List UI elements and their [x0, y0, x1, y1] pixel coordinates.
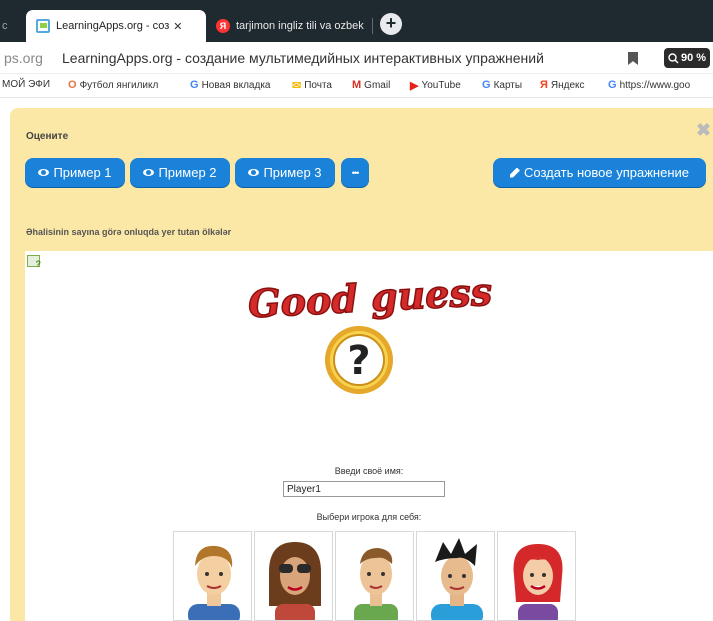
bookmark-label: YouTube	[421, 80, 461, 91]
example-2-button[interactable]: Пример 2	[130, 158, 230, 187]
pencil-icon	[509, 167, 520, 178]
svg-text:?: ?	[347, 338, 370, 384]
more-button[interactable]: •••	[341, 158, 369, 187]
bookmark-label: Футбол янгиликл	[79, 79, 159, 91]
bookmark-icon[interactable]	[628, 52, 638, 65]
name-label: Введи своё имя:	[334, 466, 404, 476]
player-avatar-5[interactable]	[497, 531, 576, 621]
bookmark-item[interactable]: M Gmail	[352, 79, 390, 91]
choose-player-label: Выбери игрока для себя:	[316, 512, 422, 522]
bookmark-label: https://www.goo	[619, 79, 691, 91]
mail-icon: ✉	[292, 80, 302, 92]
bookmark-label: МОЙ ЭФИ	[2, 79, 51, 90]
player-avatar-1[interactable]	[173, 531, 252, 621]
button-label: Создать новое упражнение	[523, 165, 690, 180]
url-page-title[interactable]: LearningApps.org - создание мультимедийн…	[62, 50, 544, 66]
button-label: Пример 1	[53, 165, 112, 180]
bookmarks-bar: МОЙ ЭФИ O Футбол янгиликл G Новая вкладка …	[0, 74, 713, 98]
exercise-panel: Оцените ✖ Пример 1 Пример 2 Пример 3 •••…	[10, 108, 713, 621]
browser-tab-strip: с LearningApps.org - соз ✕ Я tarjimon in…	[0, 0, 713, 42]
player-avatar-2[interactable]	[254, 531, 333, 621]
tab-yandex[interactable]: Я tarjimon ingliz tili va ozbek	[206, 10, 371, 42]
zoom-level: 90 %	[680, 52, 707, 64]
svg-text:Good guess: Good guess	[247, 269, 493, 326]
bookmark-label: Яндекс	[550, 79, 585, 91]
gmail-icon: M	[352, 79, 362, 91]
tab-title: tarjimon ingliz tili va ozbek	[236, 20, 364, 32]
bookmark-item[interactable]: G Новая вкладка	[190, 79, 271, 91]
eye-icon	[143, 169, 155, 176]
google-icon: G	[190, 79, 199, 91]
address-bar[interactable]: ps.org LearningApps.org - создание мульт…	[0, 42, 713, 74]
bookmark-item[interactable]: O Футбол янгиликл	[68, 79, 158, 91]
bookmark-item[interactable]: Ghttps://www.goo	[608, 79, 690, 91]
tab-divider	[372, 18, 373, 34]
panel-title: Оцените	[26, 131, 69, 142]
player-name-input[interactable]	[283, 481, 445, 497]
bookmark-label: Новая вкладка	[201, 79, 271, 91]
exercise-title: Əhalisinin sayına görə onluqda yer tutan…	[26, 227, 232, 237]
page: Оцените ✖ Пример 1 Пример 2 Пример 3 •••…	[0, 98, 713, 621]
bookmark-label: Почта	[304, 80, 332, 91]
player-avatar-4[interactable]	[416, 531, 495, 621]
question-mark-icon: ?	[325, 326, 393, 394]
magnifier-icon	[668, 52, 679, 63]
yandex-favicon-icon: Я	[216, 19, 230, 33]
create-exercise-button[interactable]: Создать новое упражнение	[493, 158, 706, 187]
bookmark-item[interactable]: ✉ Почта	[292, 79, 332, 92]
youtube-icon: ▶	[410, 80, 419, 92]
bookmark-item[interactable]: Я Яндекс	[540, 79, 585, 91]
google-icon: G	[482, 79, 491, 91]
bookmark-label: Gmail	[364, 79, 391, 91]
bookmark-item[interactable]: МОЙ ЭФИ	[2, 79, 50, 90]
tab-partial-label: с	[2, 20, 8, 32]
learningapps-favicon-icon	[36, 19, 50, 33]
button-label: Пример 3	[263, 165, 322, 180]
tab-partial[interactable]: с	[0, 10, 26, 42]
google-icon: G	[608, 79, 617, 91]
help-icon[interactable]	[27, 255, 41, 269]
close-icon[interactable]: ✖	[696, 120, 711, 141]
bookmark-label: Карты	[493, 79, 523, 91]
good-guess-banner: Good guess	[246, 268, 494, 326]
game-area: Good guess ? Введи своё имя: Выбери игро…	[25, 251, 713, 621]
example-1-button[interactable]: Пример 1	[25, 158, 125, 187]
url-domain[interactable]: ps.org	[4, 50, 43, 66]
zoom-indicator[interactable]: 90 %	[664, 48, 710, 68]
tab-close-icon[interactable]: ✕	[173, 20, 182, 33]
eye-icon	[38, 169, 50, 176]
yandex-icon: Я	[540, 79, 548, 91]
tab-learningapps[interactable]: LearningApps.org - соз ✕	[26, 10, 206, 42]
new-tab-button[interactable]: +	[380, 13, 402, 35]
player-avatar-3[interactable]	[335, 531, 414, 621]
tab-title: LearningApps.org - соз	[56, 20, 170, 32]
football-icon: O	[68, 79, 77, 91]
example-3-button[interactable]: Пример 3	[235, 158, 335, 187]
bookmark-item[interactable]: ▶ YouTube	[410, 79, 461, 92]
button-label: Пример 2	[158, 165, 217, 180]
bookmark-item[interactable]: G Карты	[482, 79, 522, 91]
eye-icon	[248, 169, 260, 176]
